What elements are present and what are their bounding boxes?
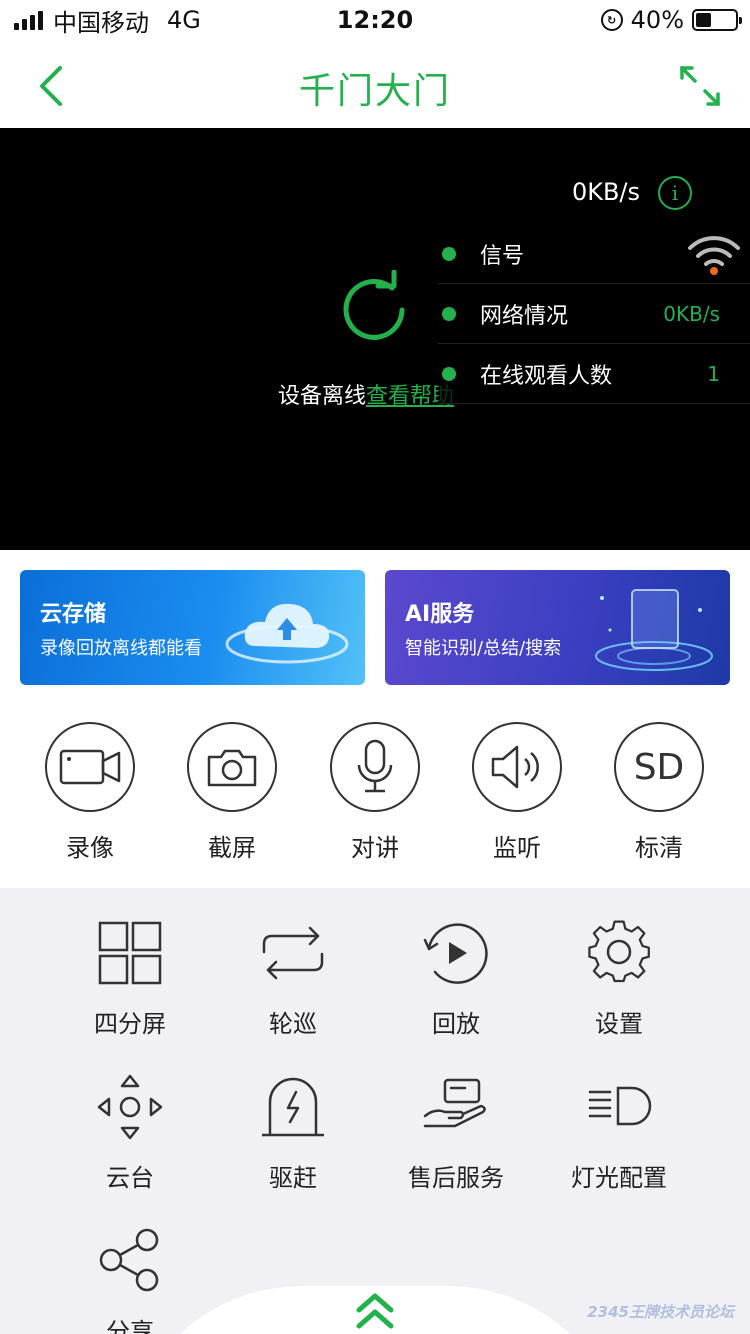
intercom-button[interactable]: 对讲 [329,722,421,863]
loop-icon [262,926,324,980]
cloud-upload-icon [225,603,349,664]
stat-value: 0KB/s [663,301,720,326]
status-dot [442,306,456,321]
stats-panel: 信号 网络情况 0KB/s 在线观看人数 1 [438,224,750,404]
grid-label: 四分屏 [94,1010,166,1038]
status-dot [442,246,456,261]
banner-title: AI服务 [405,602,475,627]
grid-label: 售后服务 [408,1164,504,1192]
stat-label: 信号 [480,243,525,269]
grid-label: 驱赶 [269,1164,317,1192]
banner-subtitle: 录像回放离线都能看 [40,638,202,659]
settings-button[interactable]: 设置 [549,918,689,1039]
deter-icon [262,1077,324,1137]
sd-icon: SD [614,722,704,812]
video-player[interactable]: 0KB/s i 设备离线查看帮助 信号 网络情况 0KB/s 在线观看人数 1 [0,128,750,550]
deter-button[interactable]: 驱赶 [223,1072,363,1193]
control-label: 标清 [635,834,683,862]
status-dot [442,366,456,381]
grid-label: 轮巡 [269,1010,317,1038]
playback-button[interactable]: 回放 [386,918,526,1039]
stat-row-network: 网络情况 0KB/s [438,284,750,344]
signal-icon [14,10,43,30]
ai-chip-icon [595,589,713,671]
camera-icon [187,722,277,812]
light-config-button[interactable]: 灯光配置 [549,1072,689,1193]
microphone-icon [330,722,420,812]
orientation-lock-icon: ↻ [600,9,623,31]
cloud-storage-banner[interactable]: 云存储 录像回放离线都能看 [20,570,365,685]
stat-value: 1 [707,361,720,386]
offline-text: 设备离线 [278,384,367,409]
grid-label: 回放 [432,1010,480,1038]
fullscreen-icon[interactable] [678,64,722,108]
network-type: 4G [167,6,201,34]
reload-icon[interactable] [334,270,414,350]
speaker-icon [472,722,562,812]
banner-title: 云存储 [40,602,107,627]
back-icon[interactable] [34,64,74,108]
screenshot-button[interactable]: 截屏 [186,722,278,863]
wifi-icon [688,236,740,275]
light-icon [588,1086,652,1126]
carrier-name: 中国移动 [53,8,149,37]
nav-bar: 千门大门 [0,40,750,128]
stat-label: 在线观看人数 [480,363,613,389]
quality-button[interactable]: SD 标清 [613,722,705,863]
info-icon[interactable]: i [658,176,692,210]
control-label: 录像 [66,834,114,862]
ptz-icon [97,1074,163,1140]
sd-text: SD [633,746,685,788]
battery-percent: 40% [630,6,684,34]
control-label: 对讲 [351,834,399,862]
speed-readout: 0KB/s [571,178,640,206]
control-label: 截屏 [208,834,256,862]
battery-icon [692,9,742,31]
stat-row-viewers: 在线观看人数 1 [438,344,750,404]
watermark: 2345王牌技术员论坛 [587,1303,734,1321]
stat-row-signal: 信号 [438,224,750,284]
service-icon [423,1078,486,1128]
bottom-bar: 2345王牌技术员论坛 [0,1280,750,1334]
playback-icon [423,923,488,984]
ptz-button[interactable]: 云台 [60,1072,200,1193]
gear-icon [588,920,650,983]
grid-label: 云台 [106,1164,154,1192]
banner-area: 云存储 录像回放离线都能看 AI服务 智能识别/总结/搜索 [0,550,750,700]
page-title: 千门大门 [298,71,451,112]
record-button[interactable]: 录像 [44,722,136,863]
grid-label: 设置 [595,1010,643,1038]
listen-button[interactable]: 监听 [471,722,563,863]
banner-subtitle: 智能识别/总结/搜索 [405,638,562,659]
after-sales-button[interactable]: 售后服务 [386,1072,526,1193]
quad-screen-icon [98,921,162,985]
quad-screen-button[interactable]: 四分屏 [60,918,200,1039]
video-camera-icon [45,722,135,812]
status-bar: 中国移动 4G 12:20 ↻ 40% [0,0,750,40]
function-grid: 四分屏 轮巡 回放 设置 云台 驱赶 售后服务 灯光配置 分享 [0,888,750,1334]
control-label: 监听 [493,834,541,862]
ai-service-banner[interactable]: AI服务 智能识别/总结/搜索 [385,570,730,685]
patrol-button[interactable]: 轮巡 [223,918,363,1039]
grid-label: 灯光配置 [571,1164,667,1192]
offline-message: 设备离线查看帮助 [278,378,454,410]
stat-label: 网络情况 [480,303,569,329]
expand-up-icon[interactable] [353,1292,397,1330]
control-bar: 录像 截屏 对讲 监听 SD 标清 [0,700,750,888]
